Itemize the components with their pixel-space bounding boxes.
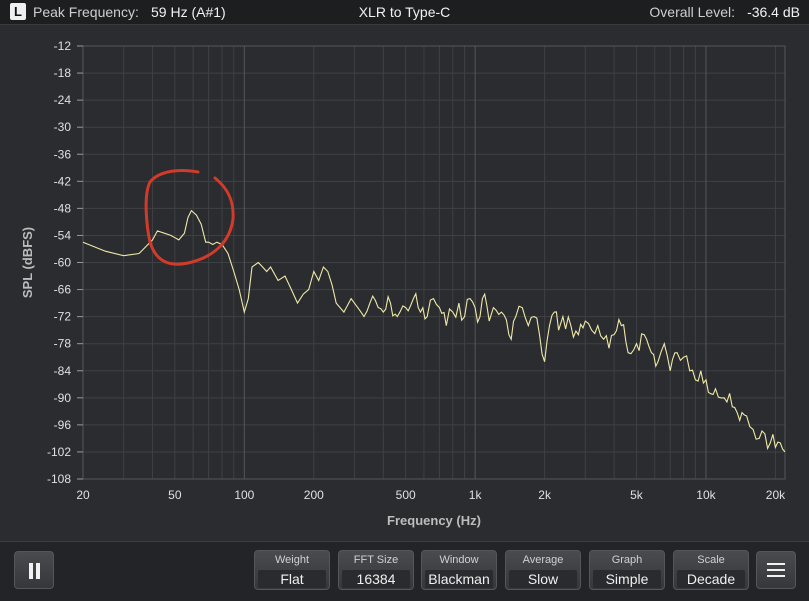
graph-selector[interactable]: Graph Simple — [589, 550, 665, 590]
hand-drawn-circle-annotation — [144, 169, 235, 266]
x-tick-label: 50 — [168, 488, 182, 502]
x-axis-ticks: 20 50 100 200 500 1k 2k 5k 10k 20k — [76, 488, 786, 502]
y-tick-label: -84 — [54, 364, 72, 378]
pause-button[interactable] — [14, 551, 54, 589]
peak-frequency-label: Peak Frequency: — [33, 4, 139, 20]
fft-size-label: FFT Size — [353, 554, 399, 566]
x-tick-label: 5k — [630, 488, 644, 502]
x-tick-label: 20k — [766, 488, 786, 502]
overall-level-label: Overall Level: — [649, 4, 735, 20]
y-tick-label: -18 — [54, 66, 72, 80]
y-tick-label: -108 — [47, 472, 71, 486]
y-tick-label: -54 — [54, 228, 72, 242]
y-tick-label: -60 — [54, 256, 72, 270]
channel-badge[interactable]: L — [10, 3, 26, 20]
menu-button[interactable] — [756, 551, 796, 589]
peak-frequency-value: 59 Hz (A#1) — [151, 4, 226, 20]
x-tick-label: 200 — [304, 488, 324, 502]
x-tick-label: 20 — [76, 488, 90, 502]
average-value: Slow — [509, 570, 577, 588]
graph-label: Graph — [611, 554, 643, 566]
weight-value: Flat — [258, 570, 326, 588]
spectrum-chart[interactable]: -12 -18 -24 -30 -36 -42 -48 -54 -60 -66 -72 -78 -84 -… — [0, 24, 809, 541]
window-selector[interactable]: Window Blackman — [421, 550, 497, 590]
window-value: Blackman — [425, 570, 493, 588]
x-axis-label: Frequency (Hz) — [387, 513, 481, 528]
x-tick-label: 1k — [469, 488, 483, 502]
fft-size-selector[interactable]: FFT Size 16384 — [338, 550, 414, 590]
x-tick-label: 100 — [234, 488, 254, 502]
status-bar: L Peak Frequency: 59 Hz (A#1) XLR to Typ… — [0, 0, 809, 25]
x-tick-label: 10k — [696, 488, 716, 502]
overall-level-value: -36.4 dB — [747, 4, 800, 20]
y-tick-label: -24 — [54, 93, 72, 107]
hamburger-menu-icon — [767, 563, 785, 578]
scale-selector[interactable]: Scale Decade — [673, 550, 749, 590]
spectrum-line — [82, 209, 786, 453]
y-tick-label: -102 — [47, 445, 71, 459]
graph-value: Simple — [593, 570, 661, 588]
pause-icon — [28, 563, 42, 579]
y-tick-label: -66 — [54, 283, 72, 297]
y-axis-label: SPL (dBFS) — [20, 227, 35, 298]
y-axis-ticks: -12 -18 -24 -30 -36 -42 -48 -54 -60 -66 -72 -78 -84 -… — [47, 39, 83, 486]
y-tick-label: -90 — [54, 391, 72, 405]
window-label: Window — [439, 554, 479, 566]
x-tick-label: 500 — [396, 488, 416, 502]
scale-label: Scale — [697, 554, 725, 566]
page-title: XLR to Type-C — [358, 4, 451, 20]
weight-label: Weight — [274, 554, 310, 566]
toolbar: Weight Flat FFT Size 16384 Window Blackm… — [0, 541, 809, 601]
scale-value: Decade — [677, 570, 745, 588]
average-label: Average — [522, 554, 564, 566]
y-tick-label: -36 — [54, 147, 72, 161]
y-tick-label: -78 — [54, 337, 72, 351]
y-tick-label: -42 — [54, 174, 72, 188]
y-tick-label: -72 — [54, 310, 72, 324]
weight-selector[interactable]: Weight Flat — [254, 550, 330, 590]
x-tick-label: 2k — [538, 488, 552, 502]
average-selector[interactable]: Average Slow — [505, 550, 581, 590]
y-tick-label: -30 — [54, 120, 72, 134]
y-tick-label: -48 — [54, 201, 72, 215]
fft-size-value: 16384 — [342, 570, 410, 588]
y-tick-label: -96 — [54, 418, 72, 432]
y-tick-label: -12 — [54, 39, 72, 53]
